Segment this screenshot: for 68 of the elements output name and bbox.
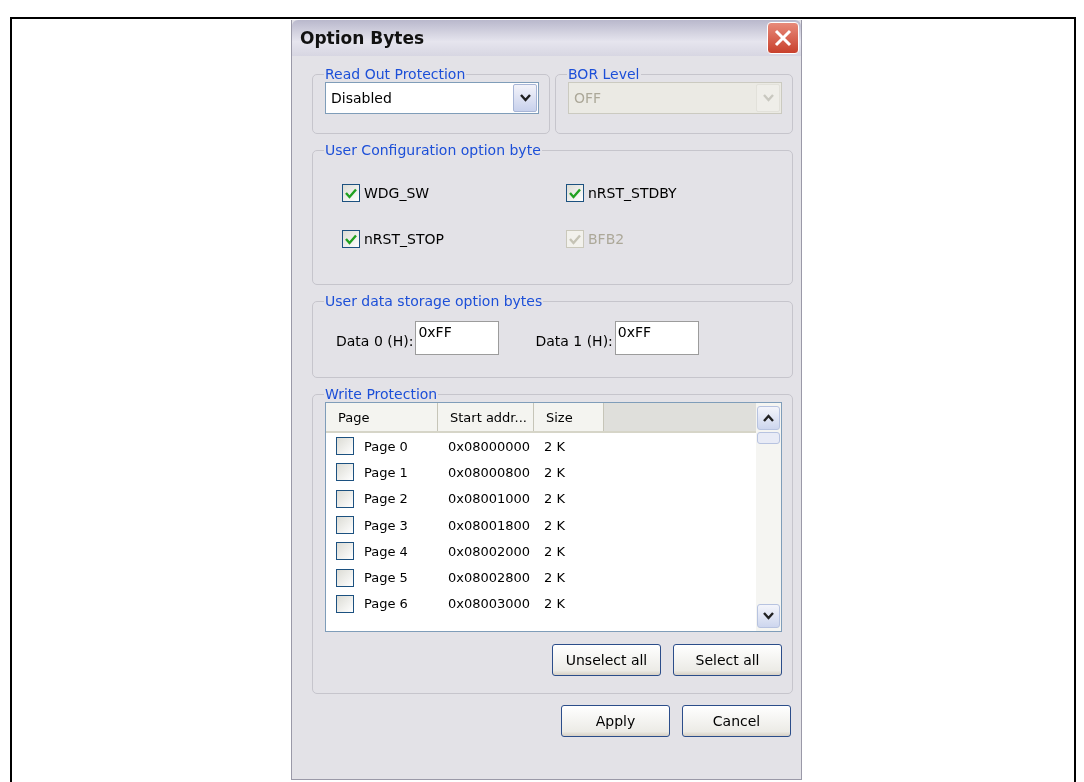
- table-cell-text: 2 K: [544, 570, 566, 586]
- checkbox[interactable]: [342, 184, 360, 202]
- checkbox[interactable]: [336, 437, 354, 456]
- dropdown[interactable]: Disabled: [325, 82, 539, 114]
- table-cell-text: Page 4: [364, 543, 409, 559]
- group-title: User Configuration option byte: [324, 142, 542, 158]
- chevron-down-icon: [763, 612, 774, 620]
- checkmark-icon: [345, 233, 357, 245]
- field-label: Data 0 (H):: [336, 333, 414, 349]
- checkmark-icon: [569, 187, 581, 199]
- checkmark-icon: [569, 233, 581, 245]
- list-action-button[interactable]: Unselect all: [552, 644, 661, 676]
- checkbox[interactable]: [336, 463, 354, 482]
- table-cell-text: 2 K: [544, 464, 566, 480]
- table-cell-text: 2 K: [544, 596, 566, 612]
- checkbox-label: nRST_STOP: [364, 231, 444, 247]
- checkbox[interactable]: [336, 594, 354, 613]
- table-cell-text: 0x08000000: [448, 438, 532, 454]
- chevron-down-icon: [519, 94, 531, 102]
- checkbox[interactable]: [336, 516, 354, 535]
- dropdown-button[interactable]: [513, 84, 537, 112]
- dialog-button[interactable]: Cancel: [682, 705, 791, 737]
- column-header[interactable]: Size: [534, 403, 604, 431]
- table-cell-text: 2 K: [544, 517, 566, 533]
- dialog-button[interactable]: Apply: [561, 705, 670, 737]
- window-title: Option Bytes: [300, 28, 425, 48]
- group-title: BOR Level: [567, 66, 641, 82]
- input-field[interactable]: 0xFF: [415, 321, 500, 355]
- column-header[interactable]: Start addr...: [438, 403, 534, 431]
- table-cell-text: 2 K: [544, 438, 566, 454]
- table-cell-text: 0x08001000: [448, 491, 532, 507]
- checkbox[interactable]: [566, 184, 584, 202]
- table-cell-text: Page 3: [364, 517, 409, 533]
- group-title: Read Out Protection: [324, 66, 467, 82]
- close-icon: [774, 29, 792, 47]
- chevron-down-icon: [762, 94, 774, 102]
- close-button[interactable]: [767, 22, 799, 54]
- chevron-up-icon: [763, 414, 774, 422]
- checkbox[interactable]: [336, 489, 354, 508]
- scroll-down-button[interactable]: [757, 604, 780, 628]
- group-title: User data storage option bytes: [324, 293, 544, 309]
- checkbox-label: WDG_SW: [364, 185, 430, 201]
- table-cell-text: 2 K: [544, 543, 566, 559]
- group-title: Write Protection: [324, 386, 439, 402]
- input-field[interactable]: 0xFF: [614, 321, 699, 355]
- scrollbar[interactable]: [756, 403, 781, 631]
- scroll-up-button[interactable]: [757, 406, 780, 430]
- checkmark-icon: [345, 187, 357, 199]
- table-cell-text: 2 K: [544, 491, 566, 507]
- checkbox[interactable]: [336, 568, 354, 587]
- checkbox-label: BFB2: [588, 231, 625, 247]
- table-cell-text: Page 5: [364, 570, 409, 586]
- column-header[interactable]: Page: [326, 403, 438, 431]
- table-cell-text: Page 2: [364, 491, 409, 507]
- checkbox[interactable]: [336, 542, 354, 561]
- table-cell-text: 0x08002000: [448, 543, 532, 559]
- scroll-thumb[interactable]: [757, 432, 780, 444]
- checkbox[interactable]: [342, 230, 360, 248]
- table-cell-text: 0x08002800: [448, 570, 532, 586]
- table-cell-text: Page 0: [364, 438, 409, 454]
- checkbox-label: nRST_STDBY: [588, 185, 677, 201]
- table-cell-text: Page 1: [364, 464, 409, 480]
- table-cell-text: Page 6: [364, 596, 409, 612]
- field-label: Data 1 (H):: [535, 333, 613, 349]
- table-cell-text: 0x08001800: [448, 517, 532, 533]
- table-cell-text: 0x08003000: [448, 596, 532, 612]
- table-cell-text: 0x08000800: [448, 464, 532, 480]
- list-action-button[interactable]: Select all: [673, 644, 782, 676]
